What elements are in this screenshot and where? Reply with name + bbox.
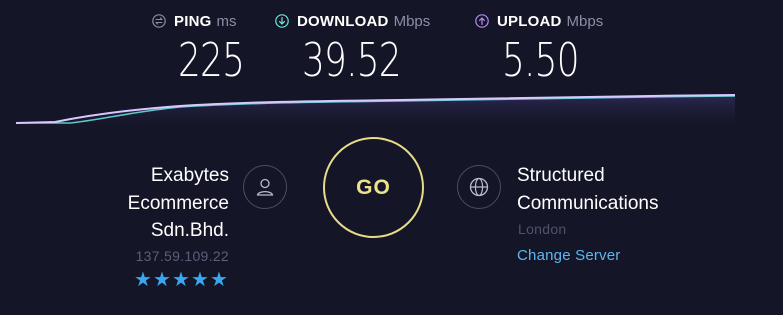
download-label: DOWNLOAD	[297, 12, 389, 30]
star-icon[interactable]: ★	[172, 270, 190, 290]
change-server-link[interactable]: Change Server	[517, 247, 621, 264]
download-arrow-icon	[275, 14, 289, 28]
star-icon[interactable]: ★	[134, 270, 152, 290]
ping-value: 225	[178, 33, 245, 87]
user-icon	[243, 165, 287, 209]
isp-rating[interactable]: ★ ★ ★ ★ ★	[134, 270, 228, 290]
isp-name-line: Sdn.Bhd.	[150, 220, 229, 241]
globe-glyph	[469, 177, 489, 197]
upload-arrow-icon	[475, 14, 489, 28]
isp-name-line: Ecommerce	[127, 192, 229, 214]
download-value: 39.52	[302, 33, 402, 87]
upload-header: UPLOAD Mbps	[475, 10, 603, 32]
server-name: Structured Communications	[517, 162, 659, 217]
go-label: GO	[356, 175, 391, 199]
ping-metric: PING ms 225	[152, 10, 245, 84]
server-name-line: Structured	[517, 165, 605, 186]
user-glyph	[256, 178, 274, 196]
upload-metric: UPLOAD Mbps 5.50	[475, 10, 603, 84]
star-icon[interactable]: ★	[191, 270, 209, 290]
ping-label: PING	[174, 12, 212, 30]
go-button[interactable]: GO	[323, 137, 424, 238]
download-unit: Mbps	[393, 12, 431, 30]
upload-value: 5.50	[502, 33, 580, 87]
isp-ip-address: 137.59.109.22	[135, 248, 229, 264]
download-metric: DOWNLOAD Mbps 39.52	[275, 10, 430, 84]
ping-unit: ms	[216, 12, 237, 30]
star-icon[interactable]: ★	[210, 270, 228, 290]
upload-unit: Mbps	[566, 12, 604, 30]
ping-header: PING ms	[152, 10, 236, 32]
upload-label: UPLOAD	[497, 12, 562, 30]
isp-name-line: Exabytes	[150, 165, 229, 186]
star-icon[interactable]: ★	[153, 270, 171, 290]
globe-icon	[457, 165, 501, 209]
server-location: London	[518, 221, 567, 237]
server-name-line: Communications	[517, 192, 659, 214]
speed-graph	[15, 94, 736, 134]
isp-name: Exabytes Ecommerce Sdn.Bhd.	[89, 162, 229, 245]
ping-icon	[152, 14, 166, 28]
download-header: DOWNLOAD Mbps	[275, 10, 430, 32]
speedtest-panel: PING ms 225 DOWNLOAD Mbps 39.52 UPLOAD M…	[0, 0, 783, 315]
